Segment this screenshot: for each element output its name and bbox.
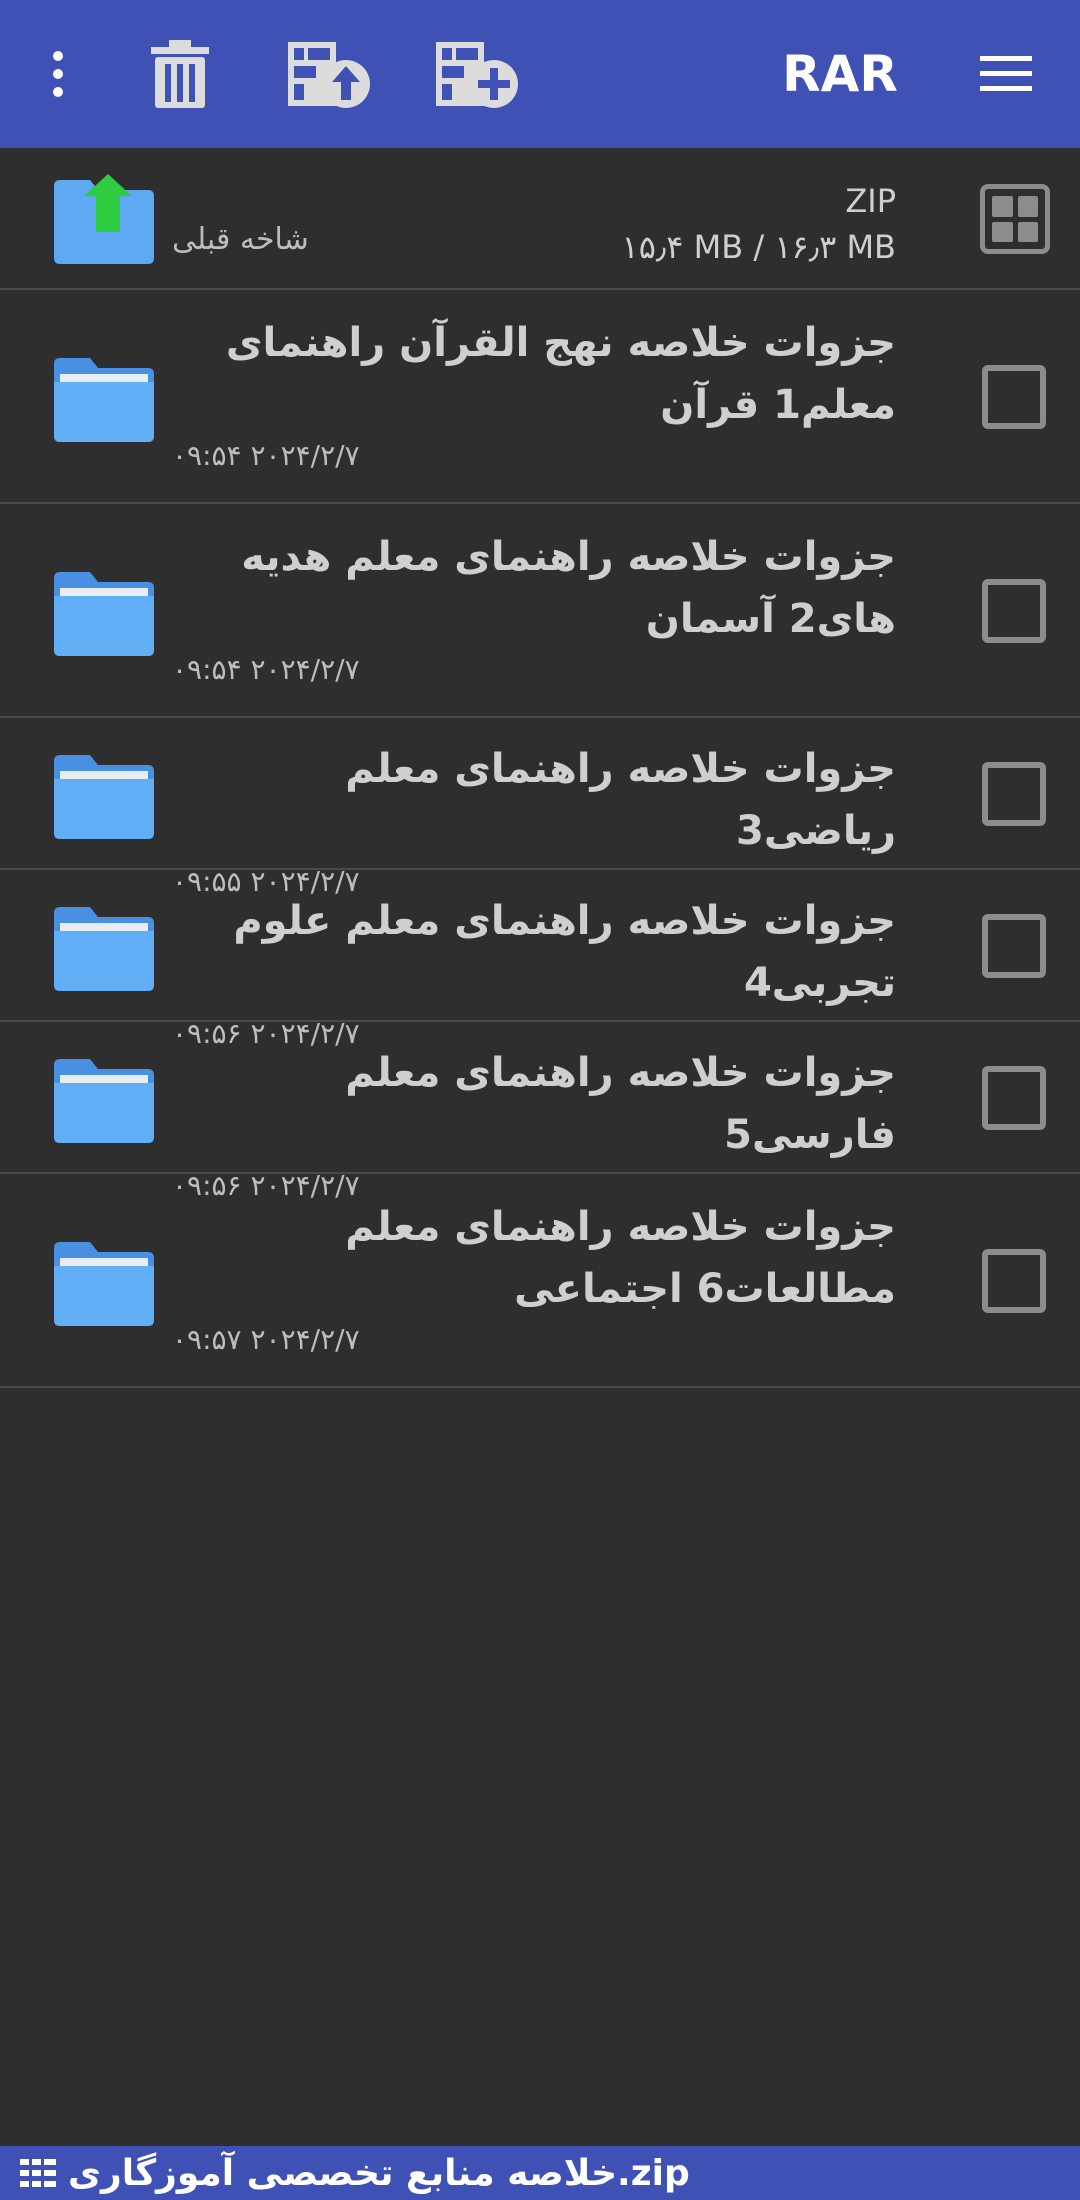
file-row-texts: جزوات خلاصه راهنمای معلم هدیه های2 آسمان… [172, 526, 896, 688]
extract-button[interactable] [280, 0, 380, 148]
archive-list-icon [20, 2159, 56, 2187]
file-row[interactable]: جزوات خلاصه راهنمای معلم فارسی5 ۲۰۲۴/۲/۷ … [0, 1022, 1080, 1202]
archive-type: ZIP [845, 182, 896, 220]
menu-button[interactable] [970, 0, 1042, 148]
parent-folder-row[interactable]: شاخه قبلی ZIP ۱۵٫۴ MB / ۱۶٫۳ MB [0, 148, 1080, 290]
trash-icon [151, 40, 209, 108]
file-name: جزوات خلاصه نهج القرآن راهنمای معلم1 قرآ… [225, 320, 896, 428]
app-title: RAR [782, 45, 898, 103]
folder-icon [54, 1059, 154, 1143]
file-date: ۲۰۲۴/۲/۷ ۰۹:۵۷ [172, 1323, 360, 1356]
archive-status-bar: خلاصه منابع تخصصی آموزگاری.zip [0, 2146, 1080, 2200]
folder-icon [54, 358, 154, 442]
folder-icon [54, 907, 154, 991]
file-name: جزوات خلاصه راهنمای معلم مطالعات6 اجتماع… [345, 1204, 896, 1312]
archive-extract-icon [288, 42, 370, 108]
top-toolbar: RAR [0, 0, 1080, 148]
file-row-texts: جزوات خلاصه راهنمای معلم مطالعات6 اجتماع… [172, 1196, 896, 1358]
add-to-archive-button[interactable] [428, 0, 528, 148]
select-checkbox[interactable] [982, 1066, 1046, 1130]
folder-up-icon [54, 174, 154, 264]
file-row[interactable]: جزوات خلاصه راهنمای معلم ریاضی3 ۲۰۲۴/۲/۷ … [0, 718, 1080, 898]
archive-info: ZIP ۱۵٫۴ MB / ۱۶٫۳ MB [600, 178, 897, 270]
hamburger-menu-icon [980, 56, 1032, 91]
file-row[interactable]: جزوات خلاصه نهج القرآن راهنمای معلم1 قرآ… [0, 290, 1080, 504]
folder-icon [54, 1242, 154, 1326]
file-name: جزوات خلاصه راهنمای معلم فارسی5 [345, 1050, 896, 1158]
archive-add-icon [436, 42, 518, 108]
folder-icon [54, 572, 154, 656]
grid-view-toggle[interactable] [980, 184, 1050, 254]
select-checkbox[interactable] [982, 365, 1046, 429]
file-row-texts: جزوات خلاصه نهج القرآن راهنمای معلم1 قرآ… [172, 312, 896, 474]
select-checkbox[interactable] [982, 762, 1046, 826]
parent-folder-label: شاخه قبلی [172, 222, 309, 257]
folder-icon [54, 755, 154, 839]
file-date: ۲۰۲۴/۲/۷ ۰۹:۵۴ [172, 439, 360, 472]
file-name: جزوات خلاصه راهنمای معلم علوم تجربی4 [233, 898, 896, 1006]
select-checkbox[interactable] [982, 914, 1046, 978]
select-checkbox[interactable] [982, 579, 1046, 643]
file-name: جزوات خلاصه راهنمای معلم ریاضی3 [345, 746, 896, 854]
delete-button[interactable] [140, 0, 220, 148]
select-checkbox[interactable] [982, 1249, 1046, 1313]
more-options-button[interactable] [28, 0, 88, 148]
file-date: ۲۰۲۴/۲/۷ ۰۹:۵۴ [172, 653, 360, 686]
file-row[interactable]: جزوات خلاصه راهنمای معلم علوم تجربی4 ۲۰۲۴… [0, 870, 1080, 1050]
archive-size: ۱۵٫۴ MB / ۱۶٫۳ MB [621, 228, 897, 266]
more-vertical-icon [53, 51, 63, 97]
file-row[interactable]: جزوات خلاصه راهنمای معلم هدیه های2 آسمان… [0, 504, 1080, 718]
file-row[interactable]: جزوات خلاصه راهنمای معلم مطالعات6 اجتماع… [0, 1174, 1080, 1388]
archive-filename: خلاصه منابع تخصصی آموزگاری.zip [68, 2152, 690, 2194]
file-name: جزوات خلاصه راهنمای معلم هدیه های2 آسمان [241, 534, 896, 642]
